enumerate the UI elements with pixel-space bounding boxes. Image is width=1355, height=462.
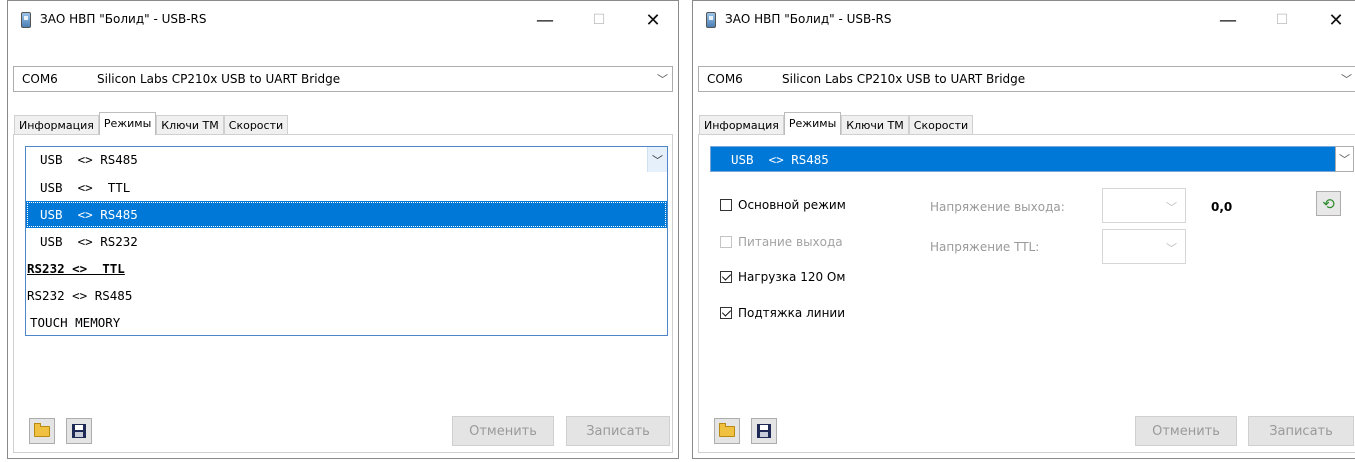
mode-select-value: USB <> RS485 bbox=[731, 151, 829, 167]
chevron-down-icon: ﹀ bbox=[657, 73, 668, 86]
window-title: ЗАО НВП "Болид" - USB-RS bbox=[725, 12, 892, 26]
maximize-button[interactable]: ☐ bbox=[1267, 7, 1297, 33]
minimize-button[interactable]: — bbox=[530, 7, 560, 33]
tab-info[interactable]: Информация bbox=[14, 115, 99, 135]
refresh-icon: ⟲ bbox=[1322, 194, 1335, 213]
line-pullup-checkbox[interactable]: Подтяжка линии bbox=[720, 306, 845, 320]
mode-option-rs232-ttl[interactable]: RS232 <> TTL bbox=[26, 255, 667, 282]
cancel-button[interactable]: Отменить bbox=[1135, 416, 1237, 446]
port-select[interactable]: COM6 Silicon Labs CP210x USB to UART Bri… bbox=[13, 66, 673, 92]
tab-modes[interactable]: Режимы bbox=[783, 112, 842, 135]
write-button[interactable]: Записать bbox=[1248, 416, 1354, 446]
chevron-down-icon[interactable]: ﹀ bbox=[1335, 146, 1354, 172]
tab-tm-keys[interactable]: Ключи ТМ bbox=[156, 115, 224, 135]
floppy-disk-icon bbox=[757, 424, 771, 438]
mode-option-rs232-rs485[interactable]: RS232 <> RS485 bbox=[26, 282, 667, 309]
output-voltage-label: Напряжение выхода: bbox=[930, 200, 1065, 214]
device-icon bbox=[21, 12, 31, 28]
port-description: Silicon Labs CP210x USB to UART Bridge bbox=[782, 72, 1026, 86]
output-voltage-select[interactable]: ﹀ bbox=[1102, 188, 1186, 223]
chevron-down-icon: ﹀ bbox=[1166, 201, 1177, 214]
close-button[interactable]: ✕ bbox=[638, 7, 668, 33]
mode-select[interactable]: USB <> RS485 ﹀ bbox=[710, 146, 1354, 172]
voltage-value: 0,0 bbox=[1211, 200, 1233, 214]
port-description: Silicon Labs CP210x USB to UART Bridge bbox=[97, 72, 341, 86]
refresh-button[interactable]: ⟲ bbox=[1316, 191, 1341, 216]
ttl-voltage-label: Напряжение TTL: bbox=[930, 240, 1040, 254]
open-file-button[interactable] bbox=[29, 418, 55, 444]
title-bar[interactable]: ЗАО НВП "Болид" - USB-RS — ☐ ✕ bbox=[8, 1, 678, 41]
folder-open-icon bbox=[719, 422, 735, 437]
mode-dropdown-list: USB <> TTL USB <> RS485 USB <> RS232 RS2… bbox=[25, 172, 668, 336]
maximize-button[interactable]: ☐ bbox=[584, 7, 614, 33]
device-icon bbox=[706, 12, 716, 28]
title-bar[interactable]: ЗАО НВП "Болид" - USB-RS — ☐ ✕ bbox=[693, 1, 1355, 41]
port-select[interactable]: COM6 Silicon Labs CP210x USB to UART Bri… bbox=[698, 66, 1355, 92]
tab-bar: Информация Режимы Ключи ТМ Скорости bbox=[14, 112, 289, 135]
tab-speeds[interactable]: Скорости bbox=[908, 115, 974, 135]
mode-option-touch-memory[interactable]: TOUCH MEMORY bbox=[26, 309, 667, 336]
port-com: COM6 bbox=[22, 72, 58, 86]
tab-bar: Информация Режимы Ключи ТМ Скорости bbox=[699, 112, 974, 135]
close-button[interactable]: ✕ bbox=[1321, 7, 1351, 33]
mode-select-value: USB <> RS485 bbox=[40, 152, 138, 167]
mode-option-usb-rs232[interactable]: USB <> RS232 bbox=[26, 228, 667, 255]
port-com: COM6 bbox=[707, 72, 743, 86]
line-pullup-label: Подтяжка линии bbox=[738, 306, 846, 320]
checkbox-box[interactable] bbox=[720, 199, 732, 211]
save-file-button[interactable] bbox=[66, 418, 92, 444]
tab-panel: USB <> RS485 ﹀ USB <> TTL USB <> RS485 U… bbox=[13, 134, 673, 453]
tab-panel: USB <> RS485 ﹀ Основной режим Питание вы… bbox=[698, 134, 1355, 453]
output-power-checkbox[interactable]: Питание выхода bbox=[720, 235, 843, 249]
load-120-checkbox[interactable]: Нагрузка 120 Ом bbox=[720, 270, 845, 284]
chevron-down-icon[interactable]: ﹀ bbox=[647, 147, 667, 172]
app-window-left: ЗАО НВП "Болид" - USB-RS — ☐ ✕ COM6 Sili… bbox=[7, 0, 679, 459]
checkbox-box[interactable] bbox=[720, 271, 732, 283]
main-mode-checkbox[interactable]: Основной режим bbox=[720, 198, 846, 212]
write-button[interactable]: Записать bbox=[566, 416, 670, 446]
tab-tm-keys[interactable]: Ключи ТМ bbox=[841, 115, 909, 135]
output-power-label: Питание выхода bbox=[738, 235, 843, 249]
chevron-down-icon: ﹀ bbox=[1341, 73, 1352, 86]
checkbox-box[interactable] bbox=[720, 307, 732, 319]
app-window-right: ЗАО НВП "Болид" - USB-RS — ☐ ✕ COM6 Sili… bbox=[692, 0, 1355, 459]
folder-open-icon bbox=[34, 422, 50, 437]
mode-option-usb-rs485[interactable]: USB <> RS485 bbox=[26, 201, 667, 228]
floppy-disk-icon bbox=[72, 424, 86, 438]
tab-info[interactable]: Информация bbox=[699, 115, 784, 135]
mode-option-usb-ttl[interactable]: USB <> TTL bbox=[26, 174, 667, 201]
chevron-down-icon: ﹀ bbox=[1166, 242, 1177, 255]
mode-select[interactable]: USB <> RS485 ﹀ bbox=[25, 146, 668, 173]
cancel-button[interactable]: Отменить bbox=[452, 416, 554, 446]
tab-speeds[interactable]: Скорости bbox=[223, 115, 289, 135]
minimize-button[interactable]: — bbox=[1213, 7, 1243, 33]
window-title: ЗАО НВП "Болид" - USB-RS bbox=[40, 12, 207, 26]
ttl-voltage-select[interactable]: ﹀ bbox=[1102, 229, 1186, 264]
load-120-label: Нагрузка 120 Ом bbox=[738, 270, 846, 284]
open-file-button[interactable] bbox=[714, 418, 740, 444]
save-file-button[interactable] bbox=[751, 418, 777, 444]
main-mode-label: Основной режим bbox=[738, 198, 846, 212]
tab-modes[interactable]: Режимы bbox=[98, 112, 157, 135]
checkbox-box[interactable] bbox=[720, 236, 732, 248]
